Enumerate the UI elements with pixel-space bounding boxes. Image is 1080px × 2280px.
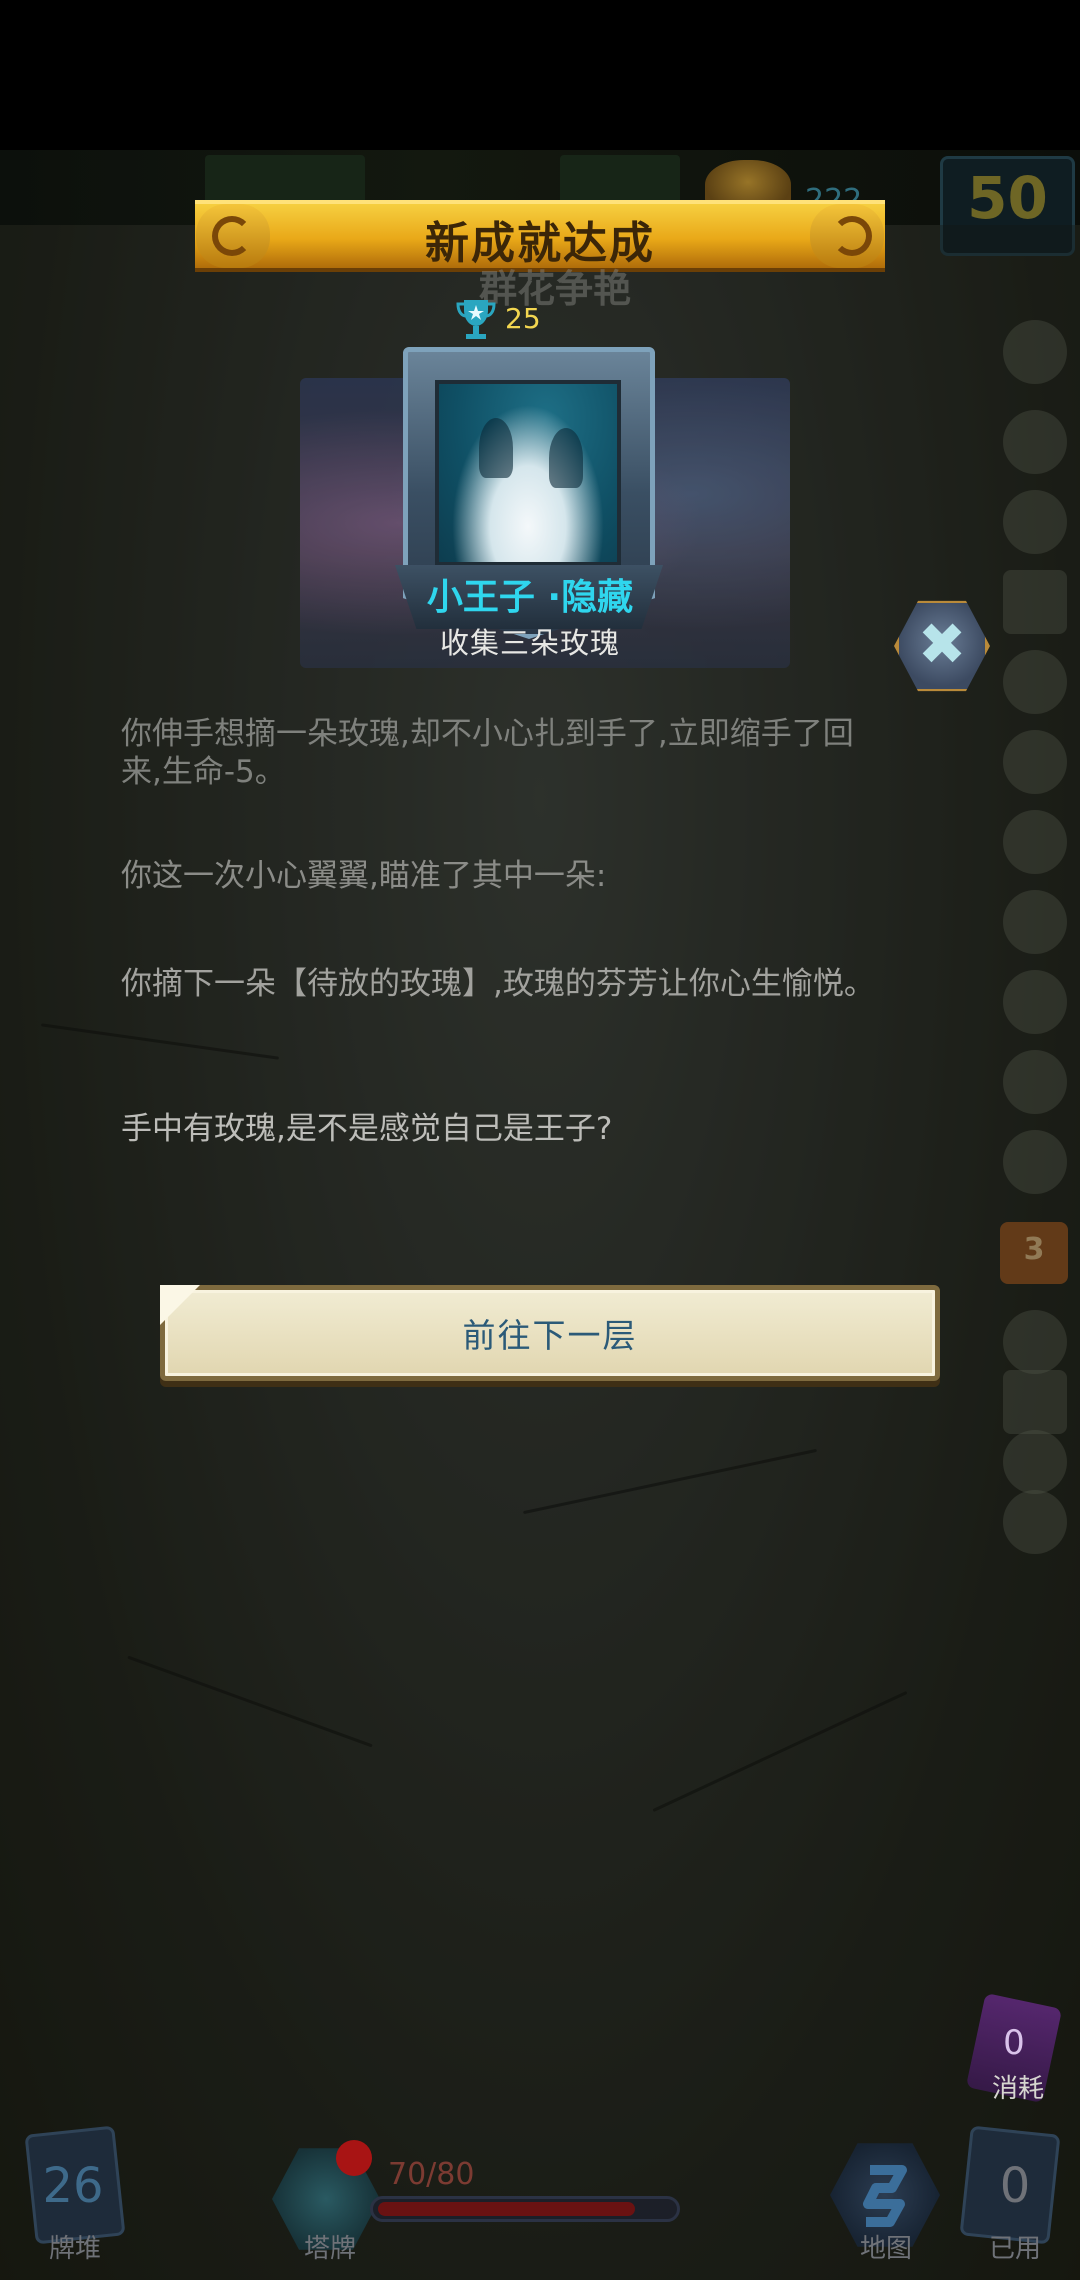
map-label: 地图	[859, 2234, 912, 2264]
story-paragraph: 你这一次小心翼翼,瞄准了其中一朵:	[121, 858, 607, 894]
story-paragraph: 手中有玫瑰,是不是感觉自己是王子?	[121, 1111, 613, 1147]
next-floor-button[interactable]: 前往下一层	[160, 1285, 940, 1381]
draw-pile-label: 牌堆	[48, 2234, 101, 2264]
achievement-name: 小王子 ·隐藏	[426, 577, 634, 618]
figure-silhouette	[479, 418, 513, 478]
achievement-card-image	[435, 380, 621, 566]
trophy-icon	[456, 300, 496, 339]
game-screen: 222 50 3 新成就达成 群花争艳 25	[0, 0, 1080, 2280]
health-bar-fill	[378, 2202, 635, 2216]
figure-silhouette	[549, 428, 583, 488]
used-pile-count: 0	[999, 2158, 1031, 2214]
achievement-description: 收集三朵玫瑰	[439, 626, 620, 660]
health-value: 70/80	[388, 2157, 475, 2192]
next-floor-label: 前往下一层	[462, 1316, 638, 1355]
story-paragraph: 你伸手想摘一朵玫瑰,却不小心扎到手了,立即缩手了回来,生命-5。	[121, 716, 854, 790]
achievement-points: 25	[505, 302, 541, 335]
close-icon: ✖	[917, 610, 967, 678]
consumed-pile-count: 0	[1003, 2023, 1025, 2063]
tower-card-label: 塔牌	[303, 2234, 356, 2264]
button-corner-decoration	[160, 1285, 200, 1325]
floor-number: 50	[967, 164, 1048, 232]
draw-pile-count: 26	[42, 2158, 104, 2214]
notification-dot	[336, 2140, 372, 2176]
story-paragraph: 你摘下一朵【待放的玫瑰】,玫瑰的芬芳让你心生愉悦。	[121, 966, 875, 1002]
used-pile-label: 已用	[988, 2234, 1041, 2264]
consumed-pile-label: 消耗	[991, 2074, 1044, 2104]
